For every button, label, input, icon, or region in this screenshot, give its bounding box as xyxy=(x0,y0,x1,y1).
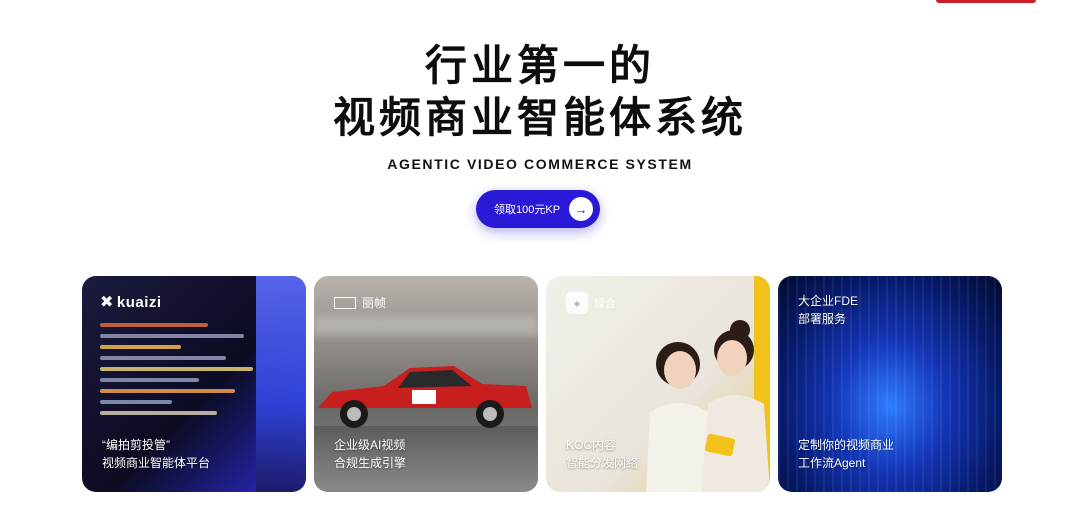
lvhe-logo: ◆ 绿合 xyxy=(566,292,616,314)
arrow-right-icon: → xyxy=(569,197,593,221)
kuaizi-logo: ✖ kuaizi xyxy=(100,292,162,312)
card-lizhen-caption: 企业级AI视频 合规生成引擎 xyxy=(334,436,406,472)
card-fde-line1: 定制你的视频商业 xyxy=(798,438,895,452)
card-fde[interactable]: 大企业FDE 部署服务 定制你的视频商业 工作流Agent xyxy=(778,276,1002,492)
card-kuaizi[interactable]: ✖ kuaizi “编拍剪投管” 视频商业智能体平台 xyxy=(82,276,306,492)
lizhen-logo-text: 丽帧 xyxy=(362,296,387,310)
kuaizi-logo-text: kuaizi xyxy=(116,293,162,311)
code-lines-graphic xyxy=(100,316,280,422)
hero-subtitle: AGENTIC VIDEO COMMERCE SYSTEM xyxy=(387,156,693,172)
kuaizi-logo-icon: ✖ xyxy=(100,294,114,311)
card-lvhe[interactable]: ◆ 绿合 KOC内容 智能分发网络 xyxy=(546,276,770,492)
lvhe-logo-icon: ◆ xyxy=(566,292,588,314)
hero-title-line1: 行业第一的 xyxy=(424,41,655,90)
hero-section: 行业第一的 视频商业智能体系统 AGENTIC VIDEO COMMERCE S… xyxy=(0,40,1080,172)
card-lvhe-line1: KOC内容 xyxy=(566,438,617,452)
lizhen-logo-icon xyxy=(334,296,356,309)
card-lvhe-line2: 智能分发网络 xyxy=(566,456,639,470)
card-fde-line2: 工作流Agent xyxy=(798,456,866,470)
people-graphic xyxy=(646,320,770,492)
card-lizhen[interactable]: 丽帧 企业级AI视频 合规生成引擎 xyxy=(314,276,538,492)
card-fde-top-line1: 大企业FDE xyxy=(798,294,859,308)
card-fde-caption: 定制你的视频商业 工作流Agent xyxy=(798,436,894,472)
lvhe-logo-text: 绿合 xyxy=(594,298,616,310)
race-car-graphic xyxy=(318,366,532,428)
card-kuaizi-line2: 视频商业智能体平台 xyxy=(102,456,211,470)
hero-title-line2: 视频商业智能体系统 xyxy=(332,93,747,142)
product-cards: ✖ kuaizi “编拍剪投管” 视频商业智能体平台 丽帧 企业级AI视频 合规… xyxy=(82,276,1002,492)
card-lizhen-line1: 企业级AI视频 xyxy=(334,438,406,452)
card-kuaizi-line1: “编拍剪投管” xyxy=(102,438,170,452)
top-accent-bar xyxy=(936,0,1036,3)
card-fde-heading: 大企业FDE 部署服务 xyxy=(798,292,858,328)
claim-kp-button[interactable]: 领取100元KP → xyxy=(476,190,600,228)
card-lvhe-caption: KOC内容 智能分发网络 xyxy=(566,436,638,472)
card-kuaizi-caption: “编拍剪投管” 视频商业智能体平台 xyxy=(102,436,210,472)
claim-kp-label: 领取100元KP xyxy=(494,204,561,216)
card-lizhen-line2: 合规生成引擎 xyxy=(334,456,407,470)
card-fde-top-line2: 部署服务 xyxy=(798,312,847,326)
lizhen-logo: 丽帧 xyxy=(334,294,386,311)
motion-blur-graphic xyxy=(314,316,538,336)
